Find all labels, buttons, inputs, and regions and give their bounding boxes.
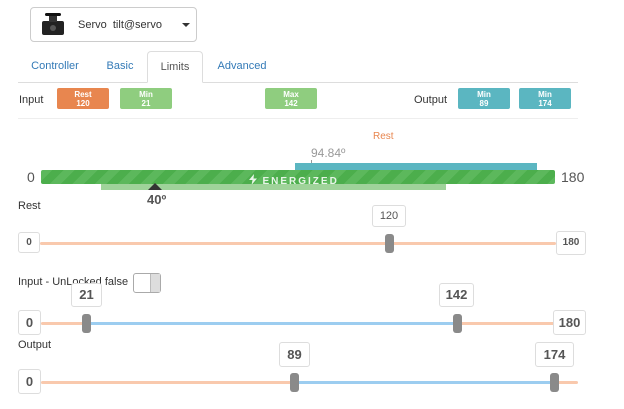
tab-basic[interactable]: Basic (94, 51, 146, 82)
rest-badge: Rest 120 (57, 88, 109, 109)
input-max-badge: Max 142 (265, 88, 317, 109)
current-angle-label: 94.84º (311, 146, 346, 160)
input-min-badge-value: 21 (141, 99, 151, 108)
output-high-box: 174 (535, 342, 574, 367)
rest-min-box: 0 (18, 232, 40, 253)
info-divider (18, 118, 578, 119)
servo-icon (42, 13, 64, 35)
output-min-badge: Min 89 (458, 88, 510, 109)
input-low-handle[interactable] (82, 314, 91, 333)
input-high-box: 142 (439, 283, 474, 307)
overview-max: 180 (561, 169, 585, 185)
device-name: tilt@servo (112, 19, 162, 31)
tab-controller[interactable]: Controller (18, 51, 92, 82)
rest-badge-value: 120 (76, 99, 90, 108)
input-heading: Input (19, 94, 44, 106)
output-heading: Output (414, 94, 448, 106)
input-high-handle[interactable] (453, 314, 462, 333)
tabs-divider (18, 82, 578, 83)
output-max-badge-title: Min (538, 90, 552, 99)
output-min-box: 0 (18, 369, 41, 394)
output-max-badge-value: 174 (538, 99, 552, 108)
tab-limits[interactable]: Limits (147, 51, 203, 83)
input-max-box: 180 (553, 310, 586, 335)
input-max-badge-value: 142 (284, 99, 298, 108)
rest-slider-track[interactable] (40, 242, 556, 245)
rest-section-label: Rest (18, 200, 41, 212)
input-min-badge-title: Min (139, 90, 153, 99)
rest-slider-handle[interactable] (385, 234, 394, 253)
rest-max-box: 180 (556, 231, 586, 255)
output-min-badge-title: Min (477, 90, 491, 99)
input-lock-toggle[interactable] (133, 273, 161, 293)
chevron-down-icon (182, 23, 190, 27)
overview-rest-label: Rest (373, 131, 394, 142)
overview-min: 0 (27, 169, 35, 185)
device-type: Servo (78, 19, 107, 31)
output-min-badge-value: 89 (479, 99, 489, 108)
output-range-band (295, 163, 537, 170)
tab-advanced[interactable]: Advanced (206, 51, 278, 82)
output-slider-range (294, 381, 554, 384)
input-min-box: 0 (18, 310, 41, 335)
position-pointer (148, 183, 162, 190)
input-low-box: 21 (71, 283, 102, 307)
output-high-handle[interactable] (550, 373, 559, 392)
device-label: Servo tilt@servo (78, 19, 162, 31)
input-min-badge: Min 21 (120, 88, 172, 109)
output-section-label: Output (18, 339, 52, 351)
device-selector[interactable]: Servo tilt@servo (30, 7, 197, 42)
rest-value-box: 120 (372, 205, 406, 227)
output-low-handle[interactable] (290, 373, 299, 392)
output-max-badge: Min 174 (519, 88, 571, 109)
output-low-box: 89 (279, 342, 310, 367)
input-max-badge-title: Max (283, 90, 299, 99)
input-slider-range (86, 322, 457, 325)
toggle-knob (150, 274, 160, 292)
position-label: 40º (147, 192, 167, 207)
rest-badge-title: Rest (74, 90, 92, 99)
